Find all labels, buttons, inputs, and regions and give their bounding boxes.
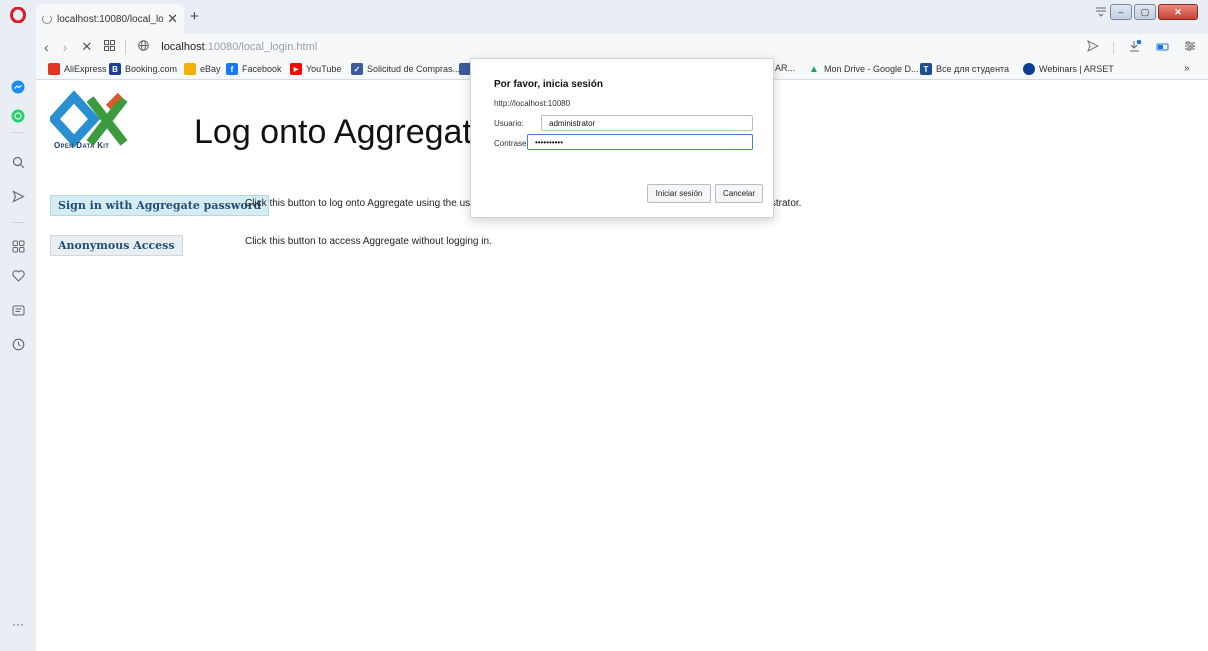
sidebar-separator — [12, 222, 24, 223]
logo-text: Open Data Kit — [54, 141, 110, 150]
bookmark-ar[interactable]: AR... — [775, 63, 795, 73]
google-drive-icon: ▲ — [809, 63, 819, 75]
stop-icon[interactable]: ✕ — [81, 39, 92, 55]
booking-icon: B — [109, 63, 121, 75]
news-icon[interactable] — [8, 300, 28, 320]
sidebar-separator — [12, 132, 24, 133]
bookmark-aliexpress[interactable]: AliExpress — [48, 63, 107, 75]
send-icon[interactable] — [8, 186, 28, 206]
tab-menu-icon[interactable] — [1094, 4, 1108, 21]
login-dialog: Por favor, inicia sesión http://localhos… — [470, 58, 774, 218]
bookmarks-overflow-icon[interactable]: » — [1184, 63, 1190, 74]
send-to-icon[interactable] — [1087, 39, 1100, 55]
url-field[interactable]: localhost:10080/local_login.html — [161, 41, 317, 53]
forms-icon: ✓ — [351, 63, 363, 75]
ebay-icon — [184, 63, 196, 75]
tab-title: localhost:10080/local_login.h — [57, 13, 164, 25]
cancel-button[interactable]: Cancelar — [715, 184, 763, 203]
globe-icon — [138, 40, 150, 54]
opera-logo-icon[interactable] — [8, 5, 28, 25]
back-icon[interactable]: ‹ — [44, 39, 49, 55]
address-actions — [1087, 39, 1196, 56]
speed-dial-icon[interactable] — [8, 236, 28, 256]
youtube-icon: ▶ — [290, 63, 302, 75]
anonymous-access-description: Click this button to access Aggregate wi… — [245, 236, 492, 247]
student-icon: T — [920, 63, 932, 75]
battery-saver-icon[interactable] — [1156, 41, 1170, 55]
download-icon[interactable] — [1128, 39, 1142, 56]
bookmark-youtube[interactable]: ▶ YouTube — [290, 63, 341, 75]
forward-icon[interactable]: › — [63, 39, 68, 55]
loading-icon — [42, 14, 52, 24]
minimize-button[interactable]: – — [1110, 4, 1132, 20]
sidebar-more-icon[interactable]: ··· — [8, 614, 28, 634]
username-label: Usuario: — [494, 119, 524, 128]
facebook-icon: f — [226, 63, 238, 75]
dialog-origin: http://localhost:10080 — [494, 99, 571, 108]
browser-sidebar: ··· — [0, 0, 36, 651]
heart-icon[interactable] — [8, 266, 28, 286]
page-title: Log onto Aggregate — [194, 113, 491, 151]
bookmark-facebook[interactable]: f Facebook — [226, 63, 282, 75]
tabs-grid-icon[interactable] — [104, 40, 116, 54]
tab-close-icon[interactable]: ✕ — [167, 11, 178, 27]
bookmark-google-drive[interactable]: ▲ Mon Drive - Google D... — [808, 63, 918, 75]
bookmark-ebay[interactable]: eBay — [184, 63, 221, 75]
maximize-button[interactable]: ▢ — [1134, 4, 1156, 20]
messenger-icon[interactable] — [8, 77, 28, 97]
history-icon[interactable] — [8, 334, 28, 354]
aliexpress-icon — [48, 63, 60, 75]
password-field[interactable] — [527, 134, 753, 150]
username-field[interactable] — [541, 115, 753, 131]
bookmark-solicitud-compras[interactable]: ✓ Solicitud de Compras... — [351, 63, 460, 75]
address-bar-row: ‹ › ✕ localhost:10080/local_login.html — [36, 34, 1208, 60]
tab-bar: localhost:10080/local_login.h ✕ + – ▢ ✕ — [36, 0, 1208, 34]
tab-local-login[interactable]: localhost:10080/local_login.h ✕ — [36, 4, 184, 34]
easy-setup-icon[interactable] — [1184, 40, 1196, 55]
arset-icon — [1023, 63, 1035, 75]
whatsapp-icon[interactable] — [8, 106, 28, 126]
sign-in-submit-button[interactable]: Iniciar sesión — [647, 184, 711, 203]
bookmark-booking[interactable]: B Booking.com — [109, 63, 177, 75]
bookmark-student[interactable]: T Все для студента — [920, 63, 1009, 75]
close-window-button[interactable]: ✕ — [1158, 4, 1198, 20]
new-tab-button[interactable]: + — [190, 8, 199, 25]
anonymous-access-button[interactable]: Anonymous Access — [50, 235, 183, 256]
search-icon[interactable] — [8, 152, 28, 172]
sign-in-aggregate-button[interactable]: Sign in with Aggregate password — [50, 195, 270, 216]
address-separator — [125, 40, 127, 54]
actions-separator — [1113, 41, 1114, 54]
dialog-title: Por favor, inicia sesión — [494, 79, 603, 90]
bookmark-arset[interactable]: Webinars | ARSET — [1023, 63, 1114, 75]
